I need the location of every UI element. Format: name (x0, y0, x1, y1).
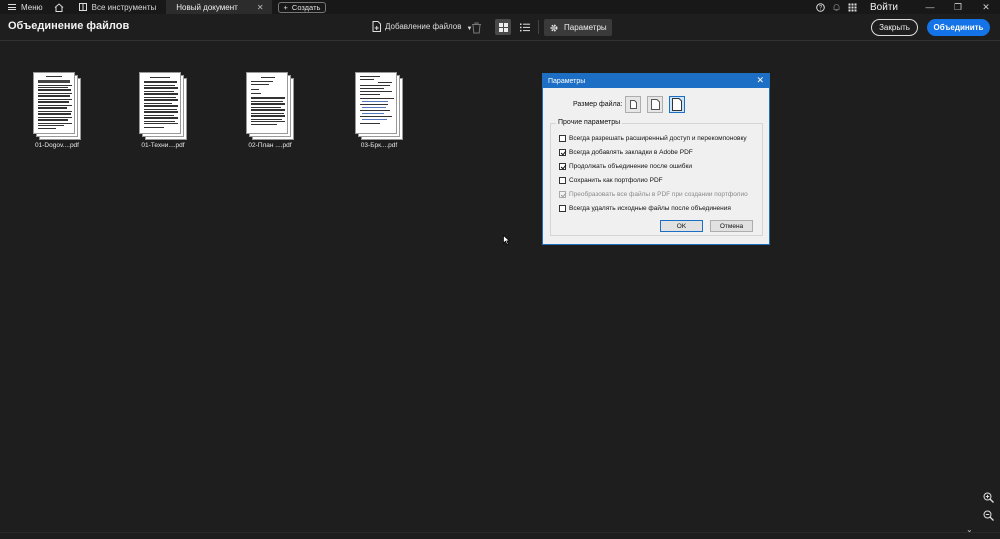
add-file-icon (372, 21, 381, 32)
hamburger-icon (8, 4, 16, 10)
trash-icon[interactable] (471, 21, 483, 34)
tab-label: Все инструменты (91, 2, 157, 12)
file-size-large-button[interactable] (669, 96, 685, 113)
option-add-bookmarks[interactable]: Всегда добавлять закладки в Adobe PDF (559, 149, 693, 156)
file-thumbnail (355, 72, 403, 140)
menu-label: Меню (21, 2, 43, 12)
menu-button[interactable]: Меню (0, 0, 49, 14)
close-window-icon[interactable]: ✕ (972, 0, 1000, 14)
file-size-medium-button[interactable] (647, 96, 663, 113)
checkbox[interactable] (559, 149, 566, 156)
create-label: Создать (291, 2, 321, 12)
add-files-button[interactable]: Добавление файлов ▼ (372, 21, 472, 32)
option-convert-portfolio: Преобразовать все файлы в PDF при создан… (559, 191, 748, 198)
tab-label: Новый документ (176, 2, 238, 12)
grid-icon (498, 22, 508, 32)
home-button[interactable] (49, 0, 69, 14)
plus-icon: + (283, 2, 288, 12)
close-button[interactable]: Закрыть (871, 19, 918, 36)
checkbox[interactable] (559, 135, 566, 142)
zoom-out-icon (983, 510, 994, 521)
page-title: Объединение файлов (8, 20, 130, 32)
checkbox[interactable] (559, 177, 566, 184)
bell-icon[interactable] (828, 0, 844, 14)
parameters-button[interactable]: Параметры (544, 19, 612, 36)
dialog-title: Параметры (548, 77, 586, 85)
toolbar-divider (538, 20, 539, 34)
option-continue-on-error[interactable]: Продолжать объединение после ошибки (559, 163, 692, 170)
file-name: 01-Dogov....pdf (35, 142, 79, 149)
checkbox[interactable] (559, 205, 566, 212)
merge-button[interactable]: Объединить (927, 19, 990, 36)
file-thumbnail (33, 72, 81, 140)
option-label: Преобразовать все файлы в PDF при создан… (569, 191, 748, 198)
file-size-label: Размер файла: (573, 101, 623, 108)
file-size-small-button[interactable] (625, 96, 641, 113)
file-thumbnail (246, 72, 294, 140)
zoom-out-button[interactable] (980, 507, 996, 523)
file-name: 02-План ....pdf (248, 142, 292, 149)
option-label: Продолжать объединение после ошибки (569, 163, 692, 170)
zoom-in-icon (983, 492, 994, 503)
toolbar: Объединение файлов Добавление файлов ▼ П… (0, 14, 1000, 41)
mouse-cursor-icon (503, 232, 511, 250)
home-icon (54, 2, 63, 12)
parameters-label: Параметры (564, 23, 607, 32)
status-bar (0, 532, 1000, 539)
tab-new-document[interactable]: Новый документ ✕ (166, 0, 272, 14)
file-thumbnail (139, 72, 187, 140)
option-allow-access[interactable]: Всегда разрешать расширенный доступ и пе… (559, 135, 747, 142)
parameters-dialog: Параметры ✕ Размер файла: Прочие парамет… (542, 73, 770, 245)
checkbox (559, 191, 566, 198)
small-page-icon (629, 100, 637, 109)
option-label: Всегда удалять исходные файлы после объе… (569, 205, 731, 212)
tools-icon (78, 3, 87, 11)
help-icon[interactable]: ? (812, 0, 828, 14)
medium-page-icon (650, 99, 660, 110)
option-save-portfolio[interactable]: Сохранить как портфолио PDF (559, 177, 663, 184)
create-button[interactable]: + Создать (277, 1, 327, 13)
minimize-icon[interactable]: — (916, 0, 944, 14)
add-files-label: Добавление файлов (385, 22, 462, 31)
option-delete-sources[interactable]: Всегда удалять исходные файлы после объе… (559, 205, 731, 212)
signin-button[interactable]: Войти (860, 2, 916, 13)
other-params-label: Прочие параметры (556, 119, 623, 126)
gear-icon (550, 24, 558, 31)
file-name: 03-Брк....pdf (360, 142, 398, 149)
cancel-button[interactable]: Отмена (710, 220, 753, 232)
apps-icon[interactable] (844, 0, 860, 14)
vertical-scrollbar[interactable] (994, 42, 1000, 532)
large-page-icon (672, 98, 682, 111)
dialog-title-bar: Параметры (543, 74, 769, 88)
option-label: Всегда добавлять закладки в Adobe PDF (569, 149, 693, 156)
file-grid: 01-Dogov....pdf 01-Техни....pdf 02-План … (0, 42, 994, 532)
close-tab-icon[interactable]: ✕ (257, 3, 264, 12)
restore-icon[interactable]: ❐ (944, 0, 972, 14)
tab-all-tools[interactable]: Все инструменты (69, 0, 167, 14)
list-view-button[interactable] (517, 19, 533, 35)
zoom-in-button[interactable] (980, 489, 996, 505)
option-label: Сохранить как портфолио PDF (569, 177, 663, 184)
tab-bar: Меню Все инструменты Новый документ ✕ + … (0, 0, 1000, 14)
grid-view-button[interactable] (495, 19, 511, 35)
ok-button[interactable]: OK (660, 220, 703, 232)
list-icon (520, 23, 530, 31)
file-name: 01-Техни....pdf (141, 142, 185, 149)
tab-bar-right: ? Войти — ❐ ✕ (812, 0, 1000, 14)
checkbox[interactable] (559, 163, 566, 170)
dialog-close-icon[interactable]: ✕ (756, 75, 764, 86)
option-label: Всегда разрешать расширенный доступ и пе… (569, 135, 747, 142)
